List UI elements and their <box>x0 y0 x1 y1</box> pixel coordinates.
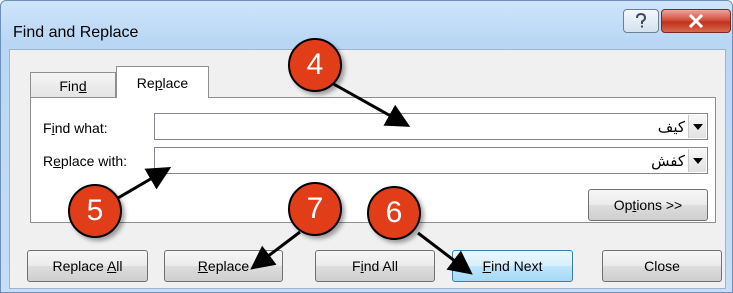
find-what-combobox[interactable]: کیف <box>154 113 708 140</box>
close-button[interactable]: Close <box>602 250 722 282</box>
dropdown-arrow-icon <box>692 157 703 164</box>
tab-replace-label: Replace <box>136 74 189 91</box>
annotation-badge-4: 4 <box>288 38 342 92</box>
window-title: Find and Replace <box>13 24 139 41</box>
close-button-label: Close <box>644 258 680 274</box>
replace-with-label: Replace with: <box>43 153 128 169</box>
options-button-label: Options >> <box>613 197 683 213</box>
replace-all-button[interactable]: Replace All <box>27 250 148 282</box>
find-what-dropdown-button[interactable] <box>688 115 706 138</box>
find-all-button[interactable]: Find All <box>315 250 435 282</box>
find-replace-window: Find and Replace Find Replace Find what:… <box>0 0 733 293</box>
annotation-badge-7: 7 <box>288 182 342 236</box>
replace-all-button-label: Replace All <box>52 258 123 274</box>
tab-replace[interactable]: Replace <box>116 66 209 98</box>
find-all-button-label: Find All <box>352 258 398 274</box>
find-what-value: کیف <box>657 119 685 136</box>
find-next-button-label: Find Next <box>482 258 543 274</box>
replace-button-label: Replace <box>197 258 250 274</box>
replace-button[interactable]: Replace <box>164 250 283 282</box>
dropdown-arrow-icon <box>692 123 703 130</box>
annotation-badge-6: 6 <box>367 186 421 240</box>
window-close-button[interactable] <box>661 9 731 33</box>
replace-with-combobox[interactable]: کفش <box>154 147 708 174</box>
tab-find-label: Find <box>59 77 87 94</box>
annotation-badge-5: 5 <box>68 184 122 238</box>
options-button[interactable]: Options >> <box>588 189 708 221</box>
find-what-label: Find what: <box>43 120 108 136</box>
help-button[interactable] <box>623 9 659 33</box>
replace-with-dropdown-button[interactable] <box>688 149 706 172</box>
find-next-button[interactable]: Find Next <box>452 250 573 282</box>
question-mark-icon <box>636 13 647 28</box>
tab-find[interactable]: Find <box>30 72 116 98</box>
x-icon <box>688 14 704 28</box>
replace-with-value: کفش <box>651 153 685 170</box>
